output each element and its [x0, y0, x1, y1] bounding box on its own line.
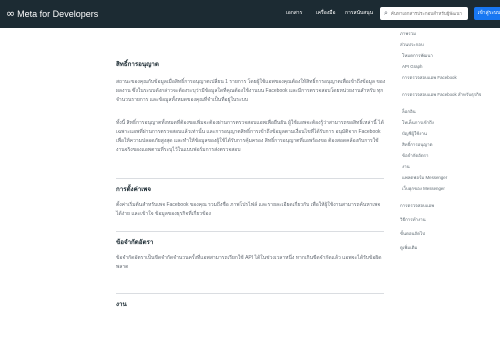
toc-item[interactable]: การตรวจสอบแอพ: [400, 203, 490, 209]
section-title-tasks: งาน: [116, 301, 127, 308]
toc-item[interactable]: งาน: [402, 164, 492, 170]
toc-item[interactable]: แพลตฟอร์ม Messenger: [402, 175, 492, 181]
toc-item[interactable]: ดูเพิ่มเติม: [400, 245, 490, 251]
section-paragraph: ตั้งค่าเริ่มต้นสำหรับเพจ Facebook ของคุณ…: [116, 202, 381, 217]
toc-item[interactable]: ภาพรวม: [400, 31, 490, 37]
meta-logo[interactable]: ∞ Meta for Developers: [6, 8, 98, 20]
toc-item[interactable]: การตรวจสอบแอพ Facebook: [402, 75, 492, 81]
toc-item[interactable]: บัญชีผู้ใช้งาน: [402, 131, 492, 137]
search-input[interactable]: [390, 11, 467, 16]
toc-item[interactable]: สิทธิ์การอนุญาต: [402, 142, 492, 148]
toc-item[interactable]: เว็บฮุกของ Messenger: [402, 186, 492, 192]
section-title-rate-limits: ข้อจำกัดอัตรา: [116, 239, 154, 246]
toc-item[interactable]: ข้อจำกัดอัตรา: [402, 153, 492, 159]
section-divider: [116, 231, 384, 232]
nav-docs[interactable]: เอกสาร: [286, 9, 302, 17]
nav-support[interactable]: การสนับสนุน: [345, 9, 373, 17]
toc-item[interactable]: โทเค็นการเข้าถึง: [402, 120, 492, 126]
login-button[interactable]: เข้าสู่ระบบ: [474, 7, 500, 20]
toc-item[interactable]: ล็อกอิน: [402, 109, 492, 115]
section-paragraph: ทั้งนี้ สิทธิ์การอนุญาตทั้งหมดที่ต้องขอเ…: [116, 120, 384, 153]
top-navigation-bar: ∞ Meta for Developers เอกสาร เครื่องมือ …: [0, 0, 500, 28]
section-divider: [116, 178, 384, 179]
nav-tools[interactable]: เครื่องมือ: [316, 9, 335, 17]
section-paragraph: สถานะของคุณกับข้อมูลเมื่อสิทธิ์การอนุญาต…: [116, 79, 386, 103]
section-title-page-settings: การตั้งค่าเพจ: [116, 186, 152, 193]
section-divider: [116, 293, 384, 294]
section-paragraph: ข้อจำกัดอัตราเป็นขีดจำกัดจำนวนครั้งที่แอ…: [116, 255, 382, 270]
toc-item[interactable]: API Graph: [402, 64, 492, 70]
search-icon: ⌕: [384, 9, 388, 17]
logo-text: Meta for Developers: [17, 9, 99, 19]
section-title-permissions: สิทธิ์การอนุญาต: [116, 61, 159, 68]
search-box[interactable]: ⌕: [380, 7, 468, 20]
toc-item[interactable]: โหมดการพัฒนา: [402, 53, 492, 59]
toc-item[interactable]: ขั้นตอนถัดไป: [400, 231, 490, 237]
toc-item[interactable]: วิธีการทำงาน: [400, 217, 490, 223]
meta-infinity-icon: ∞: [6, 7, 16, 20]
toc-item[interactable]: ส่วนประกอบ: [400, 42, 490, 48]
toc-item[interactable]: การตรวจสอบแอพ Facebook สำหรับธุรกิจ: [402, 92, 492, 98]
